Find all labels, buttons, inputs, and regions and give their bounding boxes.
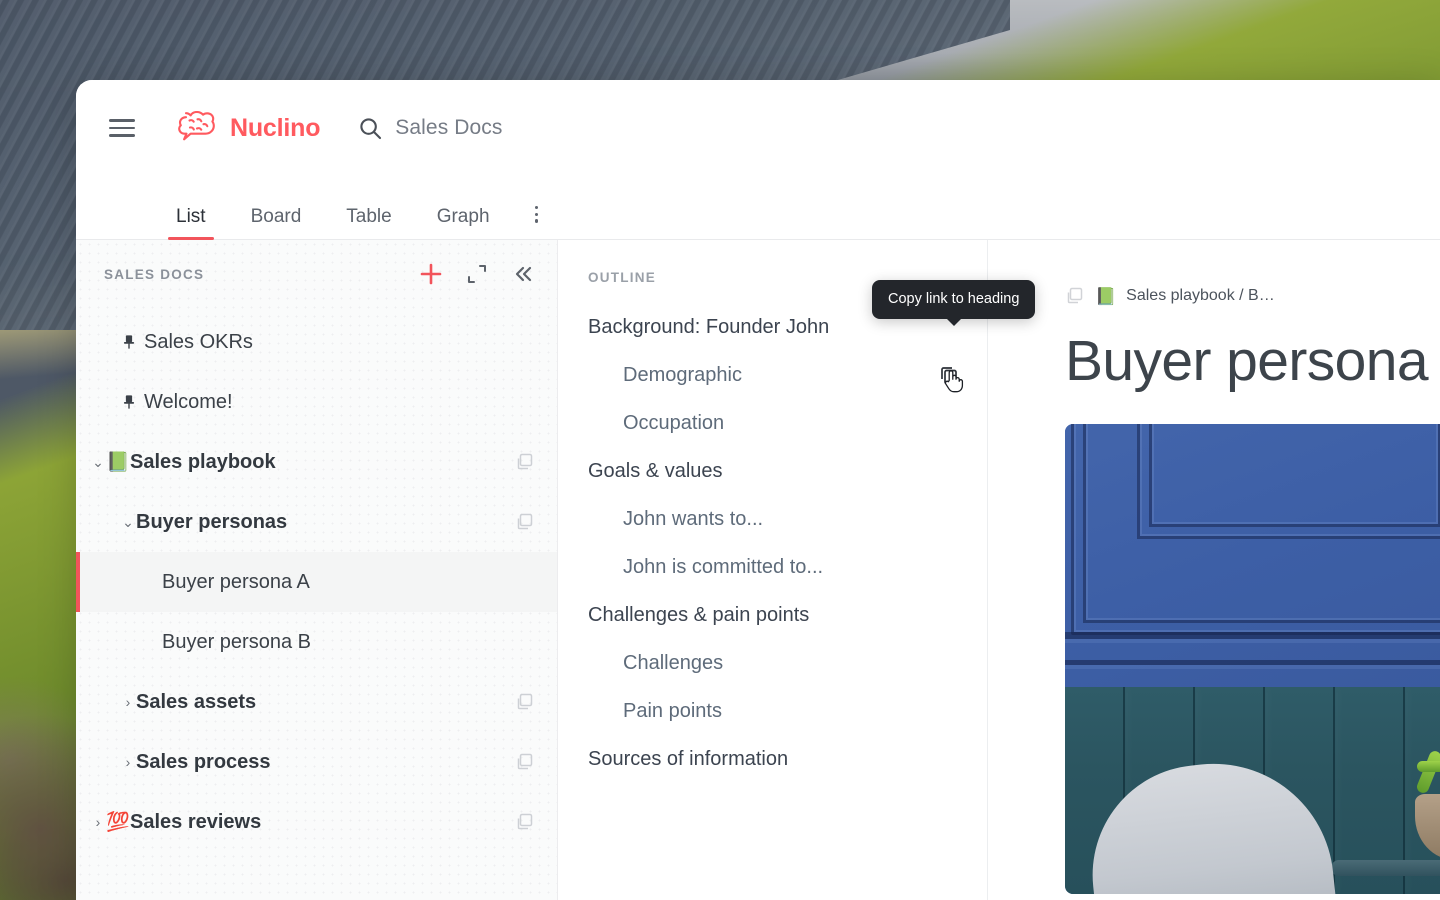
- hero-side-table: [1331, 859, 1440, 876]
- chevron-down-icon[interactable]: ⌄: [120, 515, 136, 529]
- hamburger-icon[interactable]: [109, 119, 135, 137]
- search-input[interactable]: Sales Docs: [359, 116, 502, 140]
- sidebar-item-sales-okrs[interactable]: Sales OKRs: [76, 312, 557, 372]
- hero-image: [1065, 423, 1440, 894]
- outline-label: Background: Founder John: [588, 315, 830, 338]
- sidebar-item-label: Buyer personas: [136, 510, 288, 533]
- wall-rail-upper: [1065, 631, 1440, 639]
- outline-label: Pain points: [623, 699, 722, 722]
- tab-list[interactable]: List: [168, 206, 214, 240]
- duplicate-icon[interactable]: [1065, 286, 1085, 306]
- green-book-emoji: 📗: [106, 451, 130, 473]
- outline-row[interactable]: Pain points: [558, 687, 987, 735]
- chevron-right-icon[interactable]: ›: [120, 755, 136, 769]
- hundred-points-emoji: 💯: [106, 811, 130, 833]
- pin-icon: [122, 393, 144, 411]
- tooltip: Copy link to heading: [872, 280, 1036, 319]
- view-tabs: List Board Table Graph: [76, 176, 1440, 240]
- nuclino-brain-logo-icon: [177, 110, 221, 145]
- sidebar-header: Sales Docs: [76, 240, 557, 308]
- sidebar-item-label: Sales playbook: [130, 450, 276, 473]
- outline-row[interactable]: Sources of information: [558, 735, 987, 783]
- sidebar-item-sales-assets[interactable]: › Sales assets: [76, 672, 557, 732]
- sidebar-item-sales-process[interactable]: › Sales process: [76, 732, 557, 792]
- outline-row[interactable]: Occupation: [558, 399, 987, 447]
- sidebar-item-label: Buyer persona B: [162, 630, 311, 653]
- breadcrumb[interactable]: 📗 Sales playbook / B…: [1065, 284, 1440, 308]
- green-book-emoji: 📗: [1095, 286, 1117, 306]
- sidebar-item-sales-reviews[interactable]: › 💯 Sales reviews: [76, 792, 557, 852]
- sidebar-item-buyer-persona-a[interactable]: Buyer persona A: [76, 552, 557, 612]
- outline-label: Demographic: [623, 363, 742, 386]
- top-bar: Nuclino Sales Docs: [76, 80, 1440, 176]
- outline-row[interactable]: John wants to...: [558, 495, 987, 543]
- outline-label: Goals & values: [588, 459, 723, 482]
- outline-row[interactable]: Demographic: [558, 351, 987, 399]
- hero-plant: [1415, 724, 1440, 802]
- wall-rail-lower: [1065, 659, 1440, 665]
- sidebar-item-label: Sales process: [136, 750, 271, 773]
- outline-row[interactable]: Goals & values: [558, 447, 987, 495]
- tab-table[interactable]: Table: [346, 206, 391, 239]
- sidebar-item-buyer-persona-b[interactable]: Buyer persona B: [76, 612, 557, 672]
- document-panel: 📗 Sales playbook / B… Buyer persona: [988, 240, 1440, 900]
- expand-sidebar-button[interactable]: [465, 262, 489, 286]
- app-window: Nuclino Sales Docs List Board Table Grap…: [76, 80, 1440, 900]
- search-query-text: Sales Docs: [395, 116, 503, 139]
- outline-label: Sources of information: [588, 747, 789, 770]
- outline-label: John is committed to...: [623, 555, 824, 578]
- outline-panel: Outline Background: Founder John Demogra…: [558, 240, 1036, 900]
- sidebar-item-label: Buyer persona A: [162, 570, 310, 593]
- outline-row[interactable]: Challenges & pain points: [558, 591, 987, 639]
- outline-row[interactable]: Challenges: [558, 639, 987, 687]
- sidebar-tree: Sales OKRs Welcome! ⌄ 📗 Sales playbook ⌄…: [76, 308, 557, 852]
- sidebar-item-label: Welcome!: [144, 390, 233, 413]
- add-item-button[interactable]: [416, 259, 446, 289]
- chevron-right-icon[interactable]: ›: [90, 815, 106, 829]
- outline-label: Occupation: [623, 411, 725, 434]
- sidebar-item-sales-playbook[interactable]: ⌄ 📗 Sales playbook: [76, 432, 557, 492]
- hero-wall: [1065, 423, 1440, 687]
- sidebar: Sales Docs: [76, 240, 558, 900]
- duplicate-icon[interactable]: [515, 812, 535, 832]
- tab-board[interactable]: Board: [251, 206, 302, 239]
- duplicate-icon[interactable]: [515, 452, 535, 472]
- copy-link-icon[interactable]: [938, 364, 960, 386]
- page-title: Buyer persona: [1065, 329, 1429, 393]
- tab-graph[interactable]: Graph: [437, 206, 490, 239]
- pin-icon: [122, 333, 144, 351]
- chevron-right-icon[interactable]: ›: [120, 695, 136, 709]
- wall-moulding-core: [1149, 423, 1440, 527]
- chevron-down-icon[interactable]: ⌄: [90, 455, 106, 469]
- brand-name: Nuclino: [230, 113, 321, 142]
- duplicate-icon[interactable]: [515, 512, 535, 532]
- outline-label: Challenges: [623, 651, 724, 674]
- sidebar-item-label: Sales OKRs: [144, 330, 253, 353]
- outline-row[interactable]: John is committed to...: [558, 543, 987, 591]
- duplicate-icon[interactable]: [515, 692, 535, 712]
- nuclino-logo[interactable]: Nuclino: [177, 110, 321, 145]
- breadcrumb-text: Sales playbook / B…: [1126, 287, 1275, 304]
- collapse-sidebar-button[interactable]: [511, 262, 535, 286]
- kebab-menu-icon[interactable]: [534, 205, 539, 239]
- sidebar-item-label: Sales assets: [136, 690, 257, 713]
- outline-label: John wants to...: [623, 507, 764, 530]
- sidebar-workspace-title: Sales Docs: [104, 266, 205, 282]
- sidebar-item-label: Sales reviews: [130, 810, 262, 833]
- outline-label: Challenges & pain points: [588, 603, 810, 626]
- main-columns: Sales Docs: [76, 240, 1440, 900]
- search-icon: [359, 117, 382, 140]
- sidebar-item-buyer-personas[interactable]: ⌄ Buyer personas: [76, 492, 557, 552]
- duplicate-icon[interactable]: [515, 752, 535, 772]
- sidebar-item-welcome[interactable]: Welcome!: [76, 372, 557, 432]
